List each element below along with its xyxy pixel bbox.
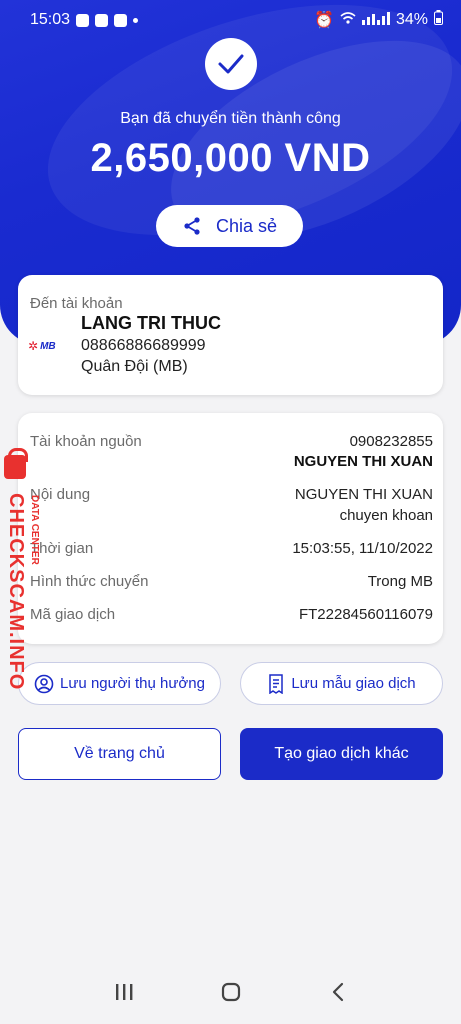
- shopping-notification-icon: [95, 13, 109, 27]
- new-transaction-label: Tạo giao dịch khác: [274, 745, 409, 762]
- home-nav-button[interactable]: [211, 972, 251, 1012]
- destination-card: Đến tài khoản ✲ MB LANG TRI THUC 0886688…: [18, 275, 443, 395]
- battery-percentage: 34%: [395, 11, 428, 28]
- transaction-details-card: Tài khoản nguồn 0908232855 NGUYEN THI XU…: [18, 413, 443, 644]
- recent-apps-icon: [115, 984, 132, 1000]
- save-template-button[interactable]: Lưu mẫu giao dịch: [240, 662, 443, 705]
- bank-logo-text: MB: [40, 340, 56, 352]
- content-line-1: NGUYEN THI XUAN: [294, 486, 433, 503]
- method-label: Hình thức chuyển: [30, 573, 149, 590]
- recent-apps-button[interactable]: [104, 972, 144, 1012]
- signal-icon: [361, 11, 390, 30]
- watermark-sub-text: DATA CENTER: [29, 495, 40, 565]
- recipient-account-number: 08866886689999: [81, 337, 206, 354]
- mb-bank-logo: ✲ MB: [28, 339, 56, 353]
- battery-icon: [434, 10, 443, 30]
- recipient-bank-name: Quân Đội (MB): [81, 358, 188, 375]
- success-message: Bạn đã chuyển tiền thành công: [120, 110, 341, 127]
- success-check: [205, 38, 257, 90]
- time-value: 15:03:55, 11/10/2022: [292, 540, 433, 557]
- new-transaction-button[interactable]: Tạo giao dịch khác: [240, 728, 443, 780]
- back-nav-button[interactable]: [318, 972, 358, 1012]
- wifi-icon: [340, 11, 356, 30]
- alarm-icon: ⏰: [314, 12, 334, 29]
- content-line-2: chuyen khoan: [339, 507, 433, 524]
- source-account-name: NGUYEN THI XUAN: [293, 453, 433, 470]
- status-bar: 15:03 ⏰ 34%: [0, 0, 461, 40]
- user-circle-icon: [34, 674, 54, 693]
- message-notification-icon: [76, 13, 90, 27]
- check-icon: [218, 54, 244, 74]
- save-beneficiary-button[interactable]: Lưu người thụ hưởng: [18, 662, 221, 705]
- method-value: Trong MB: [367, 573, 433, 590]
- save-template-label: Lưu mẫu giao dịch: [291, 675, 416, 692]
- source-account-label: Tài khoản nguồn: [30, 433, 142, 450]
- home-button-label: Về trang chủ: [74, 745, 165, 762]
- system-navigation-bar: [0, 960, 461, 1024]
- watermark-main-text: CHECKSCAM.INFO: [5, 493, 27, 691]
- shield-notification-icon: [114, 13, 128, 27]
- destination-label: Đến tài khoản: [30, 295, 123, 312]
- lock-icon: [4, 448, 28, 479]
- source-account-number: 0908232855: [349, 433, 433, 450]
- home-button[interactable]: Về trang chủ: [18, 728, 221, 780]
- home-icon: [221, 982, 240, 1002]
- receipt-icon: [269, 673, 284, 694]
- share-icon: [184, 217, 200, 235]
- more-notifications-icon: [133, 17, 139, 23]
- status-time: 15:03: [30, 11, 71, 28]
- transfer-amount: 2,650,000 VND: [90, 136, 371, 180]
- share-label: Chia sẻ: [215, 215, 278, 236]
- transaction-id-value: FT22284560116079: [298, 606, 433, 623]
- checkscam-watermark: CHECKSCAM.INFO DATA CENTER: [0, 448, 46, 690]
- recipient-name: LANG TRI THUC: [81, 313, 221, 333]
- back-icon: [332, 982, 343, 1002]
- save-beneficiary-label: Lưu người thụ hưởng: [60, 675, 205, 692]
- share-button[interactable]: Chia sẻ: [156, 205, 303, 247]
- star-icon: ✲: [28, 339, 39, 353]
